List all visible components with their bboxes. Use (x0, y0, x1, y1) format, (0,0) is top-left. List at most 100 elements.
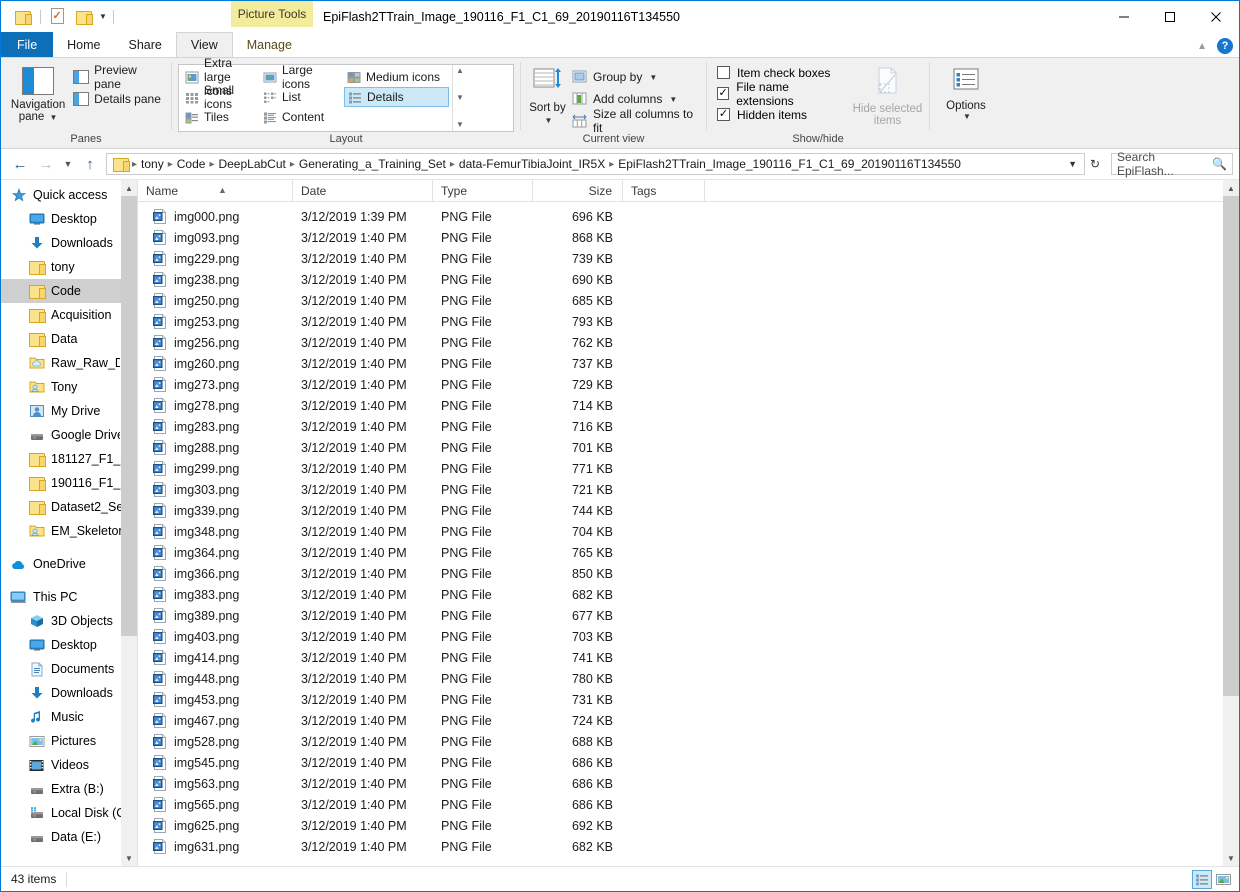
nav-item-190116-f1-c1[interactable]: 190116_F1_C1 (1, 471, 137, 495)
search-box[interactable]: Search EpiFlash... 🔍 (1111, 150, 1233, 178)
table-row[interactable]: img250.png 3/12/2019 1:40 PM PNG File 685 K… (138, 290, 1239, 311)
nav-item-data-e[interactable]: Data (E:) (1, 825, 137, 849)
table-row[interactable]: img364.png 3/12/2019 1:40 PM PNG File 765 K… (138, 542, 1239, 563)
table-row[interactable]: img453.png 3/12/2019 1:40 PM PNG File 731 K… (138, 689, 1239, 710)
back-button[interactable]: ← (7, 151, 33, 177)
nav-item-tony[interactable]: tony (1, 255, 137, 279)
file-name-cell[interactable]: img545.png (138, 755, 293, 770)
customize-qat-caret-icon[interactable]: ▼ (97, 12, 109, 21)
file-name-cell[interactable]: img467.png (138, 713, 293, 728)
file-name-cell[interactable]: img625.png (138, 818, 293, 833)
table-row[interactable]: img299.png 3/12/2019 1:40 PM PNG File 771 K… (138, 458, 1239, 479)
options-caret-icon[interactable]: ▼ (963, 112, 971, 121)
file-name-cell[interactable]: img403.png (138, 629, 293, 644)
breadcrumb-item-tony[interactable]: tony (138, 157, 167, 171)
layout-small-icons[interactable]: Small icons (182, 83, 260, 111)
file-name-cell[interactable]: img565.png (138, 797, 293, 812)
file-name-cell[interactable]: img366.png (138, 566, 293, 581)
nav-item-3d-objects[interactable]: 3D Objects (1, 609, 137, 633)
table-row[interactable]: img283.png 3/12/2019 1:40 PM PNG File 716 K… (138, 416, 1239, 437)
hide-selected-items-button[interactable]: Hide selected items (852, 62, 923, 127)
file-name-cell[interactable]: img631.png (138, 839, 293, 854)
column-header-size[interactable]: Size (533, 179, 623, 202)
gallery-scroll-up-icon[interactable]: ▲ (456, 67, 464, 75)
file-name-cell[interactable]: img339.png (138, 503, 293, 518)
file-name-cell[interactable]: img273.png (138, 377, 293, 392)
search-input[interactable]: Search EpiFlash... (1117, 150, 1212, 178)
file-name-cell[interactable]: img389.png (138, 608, 293, 623)
hidden-items-checkbox[interactable]: ✓ (717, 108, 730, 121)
sort-by-button[interactable]: Sort by ▼ (527, 63, 568, 127)
table-row[interactable]: img256.png 3/12/2019 1:40 PM PNG File 762 K… (138, 332, 1239, 353)
breadcrumb-item-code[interactable]: Code (174, 157, 209, 171)
breadcrumb-item-current-folder[interactable]: EpiFlash2TTrain_Image_190116_F1_C1_69_20… (615, 157, 964, 171)
table-row[interactable]: img389.png 3/12/2019 1:40 PM PNG File 677 K… (138, 605, 1239, 626)
file-name-cell[interactable]: img283.png (138, 419, 293, 434)
table-row[interactable]: img229.png 3/12/2019 1:40 PM PNG File 739 K… (138, 248, 1239, 269)
table-row[interactable]: img631.png 3/12/2019 1:40 PM PNG File 682 K… (138, 836, 1239, 857)
layout-list[interactable]: List (260, 87, 344, 107)
list-scroll-down-icon[interactable]: ▼ (1223, 850, 1239, 866)
breadcrumb-bar[interactable]: ▸ tony ▸ Code ▸ DeepLabCut ▸ Generating_… (106, 153, 1085, 175)
layout-content[interactable]: Content (260, 107, 344, 127)
hidden-items-option[interactable]: ✓ Hidden items (717, 104, 842, 125)
nav-item-music[interactable]: Music (1, 705, 137, 729)
nav-item-extra-b[interactable]: Extra (B:) (1, 777, 137, 801)
column-header-date[interactable]: Date (293, 179, 433, 202)
file-name-cell[interactable]: img563.png (138, 776, 293, 791)
nav-scroll-up-icon[interactable]: ▲ (121, 180, 137, 196)
nav-item-data[interactable]: Data (1, 327, 137, 351)
file-name-cell[interactable]: img093.png (138, 230, 293, 245)
maximize-button[interactable] (1147, 1, 1193, 32)
table-row[interactable]: img467.png 3/12/2019 1:40 PM PNG File 724 K… (138, 710, 1239, 731)
table-row[interactable]: img383.png 3/12/2019 1:40 PM PNG File 682 K… (138, 584, 1239, 605)
nav-item-dataset2-sensor[interactable]: Dataset2_Sensor (1, 495, 137, 519)
file-name-cell[interactable]: img303.png (138, 482, 293, 497)
gallery-scroll-down-icon[interactable]: ▼ (456, 94, 464, 102)
breadcrumb-item-generating-training-set[interactable]: Generating_a_Training_Set (296, 157, 449, 171)
file-name-cell[interactable]: img000.png (138, 209, 293, 224)
size-all-columns-button[interactable]: Size all columns to fit (568, 107, 700, 135)
recent-locations-button[interactable]: ▼ (59, 151, 77, 177)
column-header-name[interactable]: Name ▲ (138, 179, 293, 202)
add-columns-caret-icon[interactable]: ▼ (669, 95, 677, 104)
table-row[interactable]: img260.png 3/12/2019 1:40 PM PNG File 737 K… (138, 353, 1239, 374)
forward-button[interactable]: → (33, 151, 59, 177)
file-name-cell[interactable]: img364.png (138, 545, 293, 560)
file-name-cell[interactable]: img260.png (138, 356, 293, 371)
layout-details[interactable]: Details (344, 87, 449, 107)
file-name-cell[interactable]: img453.png (138, 692, 293, 707)
nav-item-quick-access[interactable]: Quick access (1, 183, 137, 207)
folder-icon[interactable] (10, 6, 36, 28)
table-row[interactable]: img273.png 3/12/2019 1:40 PM PNG File 729 K… (138, 374, 1239, 395)
table-row[interactable]: img625.png 3/12/2019 1:40 PM PNG File 692 K… (138, 815, 1239, 836)
file-name-cell[interactable]: img383.png (138, 587, 293, 602)
nav-item-181127-f1-c1[interactable]: 181127_F1_C1 (1, 447, 137, 471)
table-row[interactable]: img414.png 3/12/2019 1:40 PM PNG File 741 K… (138, 647, 1239, 668)
file-name-cell[interactable]: img448.png (138, 671, 293, 686)
file-name-cell[interactable]: img238.png (138, 272, 293, 287)
list-scroll-up-icon[interactable]: ▲ (1223, 180, 1239, 196)
nav-item-downloads-qa[interactable]: Downloads (1, 231, 137, 255)
nav-item-desktop-pc[interactable]: Desktop (1, 633, 137, 657)
layout-gallery-scrollbar[interactable]: ▲ ▼ ▼ (452, 65, 467, 131)
layout-large-icons[interactable]: Large icons (260, 63, 344, 91)
table-row[interactable]: img238.png 3/12/2019 1:40 PM PNG File 690 K… (138, 269, 1239, 290)
table-row[interactable]: img303.png 3/12/2019 1:40 PM PNG File 721 K… (138, 479, 1239, 500)
table-row[interactable]: img565.png 3/12/2019 1:40 PM PNG File 686 K… (138, 794, 1239, 815)
large-icons-view-button[interactable] (1213, 870, 1233, 889)
preview-pane-button[interactable]: Preview pane (69, 63, 165, 91)
nav-item-local-disk-c[interactable]: Local Disk (C:) (1, 801, 137, 825)
file-name-extensions-checkbox[interactable]: ✓ (717, 87, 730, 100)
file-name-cell[interactable]: img256.png (138, 335, 293, 350)
file-list-scrollbar[interactable]: ▲ ▼ (1223, 180, 1239, 866)
file-name-cell[interactable]: img348.png (138, 524, 293, 539)
tab-view[interactable]: View (175, 32, 233, 57)
table-row[interactable]: img366.png 3/12/2019 1:40 PM PNG File 850 K… (138, 563, 1239, 584)
file-name-cell[interactable]: img414.png (138, 650, 293, 665)
layout-medium-icons[interactable]: Medium icons (344, 67, 449, 87)
file-name-extensions-option[interactable]: ✓ File name extensions (717, 80, 842, 108)
address-dropdown-icon[interactable]: ▼ (1061, 159, 1084, 169)
file-name-cell[interactable]: img253.png (138, 314, 293, 329)
table-row[interactable]: img278.png 3/12/2019 1:40 PM PNG File 714 K… (138, 395, 1239, 416)
